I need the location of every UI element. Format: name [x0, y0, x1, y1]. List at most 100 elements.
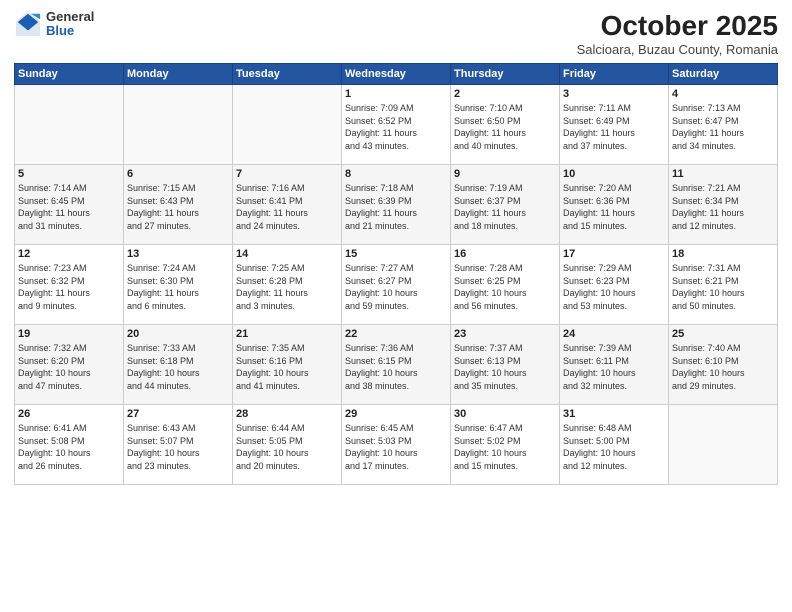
day-number: 5 — [18, 168, 120, 180]
cell-text: and 18 minutes. — [454, 220, 556, 233]
cell-text: Sunrise: 7:32 AM — [18, 342, 120, 355]
cell-text: and 31 minutes. — [18, 220, 120, 233]
cell-text: Sunset: 6:36 PM — [563, 195, 665, 208]
day-number: 26 — [18, 408, 120, 420]
cell-text: Daylight: 10 hours — [672, 287, 774, 300]
week-row-3: 19 Sunrise: 7:32 AMSunset: 6:20 PM Dayligh… — [15, 325, 778, 405]
cell-text: Daylight: 10 hours — [18, 447, 120, 460]
cell-text: and 20 minutes. — [236, 460, 338, 473]
cell-text: Daylight: 11 hours — [454, 207, 556, 220]
cell-text: and 53 minutes. — [563, 300, 665, 313]
cell-text: Sunrise: 6:44 AM — [236, 422, 338, 435]
calendar-cell: 24Sunrise: 7:39 AMSunset: 6:11 PMDayligh… — [560, 325, 669, 405]
logo-blue-text: Blue — [46, 24, 94, 38]
cell-text: Sunrise: 7:33 AM — [127, 342, 229, 355]
cell-text: and 12 minutes. — [563, 460, 665, 473]
cell-text: and 32 minutes. — [563, 380, 665, 393]
calendar-cell: 7Sunrise: 7:16 AMSunset: 6:41 PMDaylight… — [233, 165, 342, 245]
calendar-cell: 14Sunrise: 7:25 AMSunset: 6:28 PMDayligh… — [233, 245, 342, 325]
week-row-0: 1 Sunrise: 7:09 AMSunset: 6:52 PMDaylight… — [15, 85, 778, 165]
cell-text: and 3 minutes. — [236, 300, 338, 313]
month-title: October 2025 — [577, 10, 778, 42]
cell-text: Daylight: 10 hours — [563, 367, 665, 380]
calendar-header: SundayMondayTuesdayWednesdayThursdayFrid… — [15, 64, 778, 85]
location: Salcioara, Buzau County, Romania — [577, 42, 778, 57]
day-number: 1 — [345, 88, 447, 100]
calendar-cell: 21Sunrise: 7:35 AMSunset: 6:16 PMDayligh… — [233, 325, 342, 405]
calendar-cell: 13Sunrise: 7:24 AMSunset: 6:30 PMDayligh… — [124, 245, 233, 325]
cell-text: Sunrise: 7:40 AM — [672, 342, 774, 355]
cell-text: and 17 minutes. — [345, 460, 447, 473]
day-number: 16 — [454, 248, 556, 260]
cell-text: Daylight: 11 hours — [18, 207, 120, 220]
cell-text: Daylight: 11 hours — [345, 207, 447, 220]
calendar-cell: 25Sunrise: 7:40 AMSunset: 6:10 PMDayligh… — [669, 325, 778, 405]
day-number: 19 — [18, 328, 120, 340]
cell-text: and 41 minutes. — [236, 380, 338, 393]
cell-text: and 34 minutes. — [672, 140, 774, 153]
cell-text: Sunset: 6:20 PM — [18, 355, 120, 368]
cell-text: and 47 minutes. — [18, 380, 120, 393]
cell-text: Sunrise: 7:11 AM — [563, 102, 665, 115]
cell-text: Sunrise: 6:45 AM — [345, 422, 447, 435]
cell-text: Sunrise: 7:31 AM — [672, 262, 774, 275]
cell-text: Sunset: 6:30 PM — [127, 275, 229, 288]
calendar-cell: 9Sunrise: 7:19 AMSunset: 6:37 PMDaylight… — [451, 165, 560, 245]
cell-text: Sunset: 6:28 PM — [236, 275, 338, 288]
cell-text: Sunrise: 7:35 AM — [236, 342, 338, 355]
cell-text: Sunset: 5:05 PM — [236, 435, 338, 448]
cell-text: Sunset: 6:49 PM — [563, 115, 665, 128]
calendar-cell: 20 Sunrise: 7:33 AMSunset: 6:18 PMDayligh… — [124, 325, 233, 405]
cell-text: Sunset: 6:25 PM — [454, 275, 556, 288]
cell-text: Sunrise: 7:24 AM — [127, 262, 229, 275]
header-cell-friday: Friday — [560, 64, 669, 85]
cell-text: Sunrise: 7:28 AM — [454, 262, 556, 275]
cell-text: and 6 minutes. — [127, 300, 229, 313]
cell-text: Sunset: 5:02 PM — [454, 435, 556, 448]
cell-text: Daylight: 11 hours — [345, 127, 447, 140]
cell-text: Sunset: 6:18 PM — [127, 355, 229, 368]
cell-text: Sunset: 6:34 PM — [672, 195, 774, 208]
day-number: 2 — [454, 88, 556, 100]
cell-text: Sunset: 6:32 PM — [18, 275, 120, 288]
cell-text: and 24 minutes. — [236, 220, 338, 233]
header-cell-sunday: Sunday — [15, 64, 124, 85]
calendar-cell: 23Sunrise: 7:37 AMSunset: 6:13 PMDayligh… — [451, 325, 560, 405]
cell-text: Sunrise: 7:37 AM — [454, 342, 556, 355]
cell-text: Daylight: 10 hours — [563, 447, 665, 460]
cell-text: Sunset: 5:03 PM — [345, 435, 447, 448]
calendar-cell: 11Sunrise: 7:21 AMSunset: 6:34 PMDayligh… — [669, 165, 778, 245]
cell-text: Daylight: 10 hours — [236, 447, 338, 460]
cell-text: Daylight: 10 hours — [345, 287, 447, 300]
day-number: 17 — [563, 248, 665, 260]
calendar-cell — [233, 85, 342, 165]
day-number: 24 — [563, 328, 665, 340]
cell-text: Daylight: 10 hours — [127, 447, 229, 460]
calendar-cell — [15, 85, 124, 165]
logo-icon — [14, 10, 42, 38]
cell-text: Daylight: 10 hours — [127, 367, 229, 380]
cell-text: Sunrise: 7:13 AM — [672, 102, 774, 115]
cell-text: Daylight: 10 hours — [345, 367, 447, 380]
calendar-cell: 3Sunrise: 7:11 AMSunset: 6:49 PMDaylight… — [560, 85, 669, 165]
calendar-cell: 31Sunrise: 6:48 AMSunset: 5:00 PMDayligh… — [560, 405, 669, 485]
cell-text: Sunset: 6:52 PM — [345, 115, 447, 128]
cell-text: and 15 minutes. — [563, 220, 665, 233]
cell-text: Sunset: 6:47 PM — [672, 115, 774, 128]
calendar-cell: 27Sunrise: 6:43 AMSunset: 5:07 PMDayligh… — [124, 405, 233, 485]
calendar-cell: 26Sunrise: 6:41 AMSunset: 5:08 PMDayligh… — [15, 405, 124, 485]
cell-text: Sunrise: 7:09 AM — [345, 102, 447, 115]
week-row-2: 12Sunrise: 7:23 AMSunset: 6:32 PMDayligh… — [15, 245, 778, 325]
calendar-cell: 12Sunrise: 7:23 AMSunset: 6:32 PMDayligh… — [15, 245, 124, 325]
day-number: 21 — [236, 328, 338, 340]
cell-text: Daylight: 11 hours — [127, 287, 229, 300]
cell-text: Sunset: 6:45 PM — [18, 195, 120, 208]
cell-text: Sunset: 6:11 PM — [563, 355, 665, 368]
day-number: 18 — [672, 248, 774, 260]
cell-text: Daylight: 11 hours — [563, 207, 665, 220]
day-number: 20 — [127, 328, 229, 340]
cell-text: Sunset: 6:41 PM — [236, 195, 338, 208]
header: General Blue October 2025 Salcioara, Buz… — [14, 10, 778, 57]
cell-text: Daylight: 10 hours — [236, 367, 338, 380]
header-row: SundayMondayTuesdayWednesdayThursdayFrid… — [15, 64, 778, 85]
